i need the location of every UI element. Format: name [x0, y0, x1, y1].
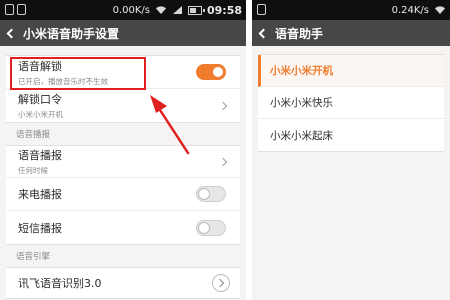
wifi-icon: [435, 6, 445, 14]
voice-unlock-row[interactable]: 语音解锁 已开启，播放音乐时不生效: [6, 56, 240, 89]
voice-broadcast-subtitle: 任何时候: [18, 166, 48, 175]
engine-group: 讯飞语音识别3.0: [6, 267, 240, 299]
sms-broadcast-toggle[interactable]: [196, 219, 226, 236]
settings-screen: 0.00K/s 09:58 小米语音助手设置 语音解锁 已开启，播放音乐时不生效…: [0, 0, 246, 300]
command-option[interactable]: 小米小米开机: [258, 55, 444, 87]
network-speed: 0.00K/s: [112, 4, 150, 16]
unlock-command-row[interactable]: 解锁口令 小米小米开机: [6, 89, 240, 122]
notification-icon: [257, 4, 266, 15]
status-bar: 0.00K/s 09:58: [0, 0, 246, 20]
unlock-command-title: 解锁口令: [18, 93, 62, 106]
broadcast-group: 语音播报 任何时候 来电播报 短信播报: [6, 145, 240, 245]
call-broadcast-toggle[interactable]: [196, 186, 226, 202]
chevron-right-icon[interactable]: [212, 274, 230, 292]
back-arrow-icon[interactable]: [6, 28, 17, 38]
unlock-command-subtitle: 小米小米开机: [18, 110, 63, 119]
voice-broadcast-title: 语音播报: [18, 149, 62, 162]
voice-unlock-toggle[interactable]: [196, 64, 226, 80]
engine-title: 讯飞语音识别3.0: [18, 277, 102, 290]
unlock-group: 语音解锁 已开启，播放音乐时不生效 解锁口令 小米小米开机: [6, 55, 240, 123]
screenshot-stage: 0.00K/s 09:58 小米语音助手设置 语音解锁 已开启，播放音乐时不生效…: [0, 0, 450, 300]
section-label-engine: 语音引擎: [16, 252, 51, 262]
page-title: 小米语音助手设置: [23, 26, 120, 41]
call-broadcast-row[interactable]: 来电播报: [6, 178, 240, 211]
toggle-knob: [212, 66, 224, 78]
title-bar: 小米语音助手设置: [0, 20, 246, 46]
title-bar: 语音助手: [252, 20, 450, 46]
notification-icon: [17, 4, 26, 15]
status-bar: 0.24K/s: [252, 0, 450, 20]
toggle-knob: [198, 221, 210, 234]
network-speed: 0.24K/s: [391, 4, 429, 16]
notification-icons: [5, 4, 26, 15]
command-option[interactable]: 小米小米起床: [258, 119, 444, 151]
command-screen: 0.24K/s 语音助手 小米小米开机 小米小米快乐 小米小米起床: [252, 0, 450, 300]
wifi-icon: [155, 6, 166, 14]
voice-broadcast-row[interactable]: 语音播报 任何时候: [6, 146, 240, 178]
notification-icon: [5, 4, 14, 15]
section-label-broadcast: 语音播报: [16, 130, 51, 140]
command-list: 小米小米开机 小米小米快乐 小米小米起床: [258, 54, 444, 152]
battery-icon: [187, 5, 205, 15]
command-option[interactable]: 小米小米快乐: [258, 87, 444, 119]
clock: 09:58: [206, 3, 242, 17]
back-arrow-icon[interactable]: [258, 28, 269, 38]
toggle-knob: [198, 188, 210, 200]
notification-icons: [257, 4, 266, 15]
sms-broadcast-row[interactable]: 短信播报: [6, 211, 240, 244]
page-title: 语音助手: [275, 26, 324, 41]
signal-icon: [172, 6, 182, 14]
engine-row[interactable]: 讯飞语音识别3.0: [6, 268, 240, 298]
voice-unlock-subtitle: 已开启，播放音乐时不生效: [18, 76, 108, 86]
